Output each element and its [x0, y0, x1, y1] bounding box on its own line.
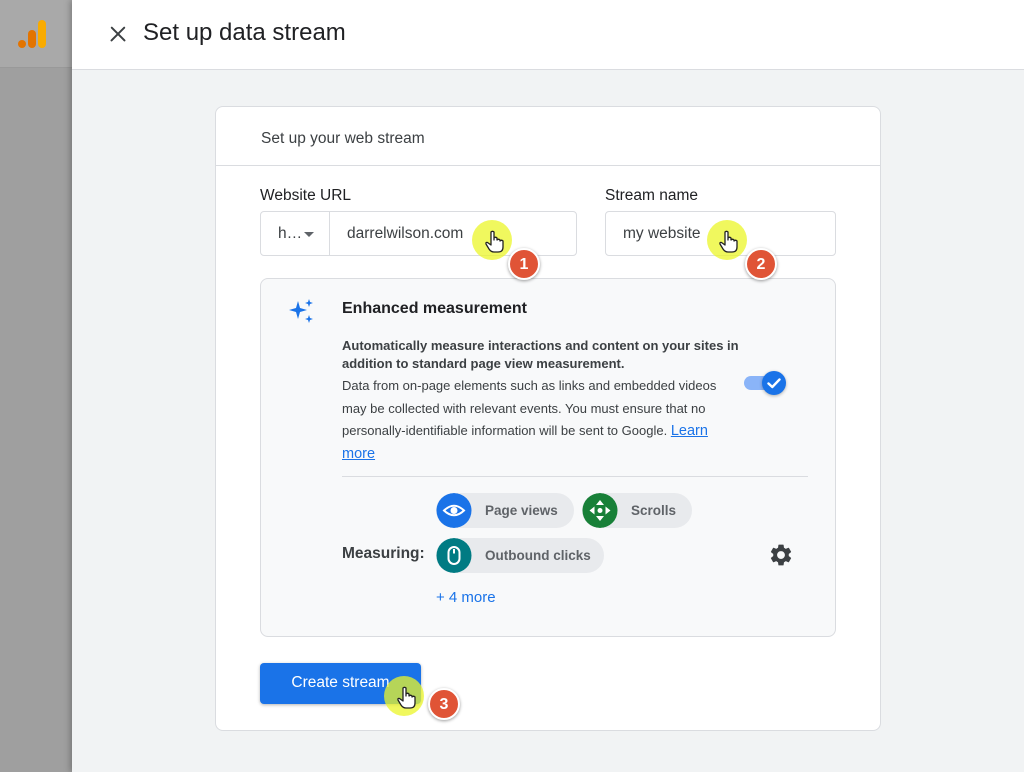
website-url-label: Website URL [260, 187, 352, 204]
step-badge-3: 3 [428, 688, 460, 720]
background-app-header [0, 0, 72, 68]
enhanced-measurement-summary: Automatically measure interactions and c… [342, 338, 739, 371]
web-stream-card: Set up your web stream Website URL h… da… [215, 106, 881, 731]
chip-page-views: Page views [436, 493, 574, 528]
chip-label: Outbound clicks [485, 548, 591, 563]
mouse-icon [436, 538, 472, 573]
hand-pointer-icon [485, 230, 504, 253]
measuring-label: Measuring: [342, 545, 425, 562]
step-badge-2: 2 [745, 248, 777, 280]
chip-label: Scrolls [631, 503, 677, 518]
dialog-title: Set up data stream [143, 19, 346, 46]
protocol-select[interactable]: h… [260, 211, 330, 256]
chip-label: Page views [485, 503, 558, 518]
gear-icon[interactable] [768, 542, 794, 568]
hand-pointer-icon [397, 686, 416, 709]
protocol-value: h… [278, 225, 303, 242]
chip-scrolls: Scrolls [582, 493, 692, 528]
eye-icon [436, 493, 472, 528]
sparkle-icon [289, 299, 313, 323]
setup-data-stream-dialog: Set up data stream Set up your web strea… [72, 0, 1024, 772]
enhanced-measurement-title: Enhanced measurement [342, 300, 527, 317]
step-badge-1: 1 [508, 248, 540, 280]
stream-name-label: Stream name [605, 187, 699, 204]
caret-down-icon [304, 232, 314, 237]
checkmark-icon [767, 378, 781, 389]
divider [342, 476, 808, 477]
enhanced-measurement-body: Data from on-page elements such as links… [342, 378, 717, 438]
enhanced-measurement-toggle[interactable] [744, 371, 786, 395]
chip-outbound-clicks: Outbound clicks [436, 538, 604, 573]
toggle-thumb [762, 371, 786, 395]
more-events-link[interactable]: + 4 more [436, 589, 496, 606]
enhanced-measurement-panel: Enhanced measurement Automatically measu… [260, 278, 836, 637]
google-analytics-logo-icon [18, 20, 46, 48]
enhanced-measurement-description: Automatically measure interactions and c… [342, 337, 742, 465]
background-app [0, 0, 72, 772]
close-icon[interactable] [102, 18, 134, 50]
website-url-input[interactable]: darrelwilson.com [329, 211, 577, 256]
scroll-arrows-icon [582, 493, 618, 528]
card-heading: Set up your web stream [216, 107, 880, 166]
hand-pointer-icon [719, 230, 738, 253]
dialog-header: Set up data stream [72, 0, 1024, 70]
